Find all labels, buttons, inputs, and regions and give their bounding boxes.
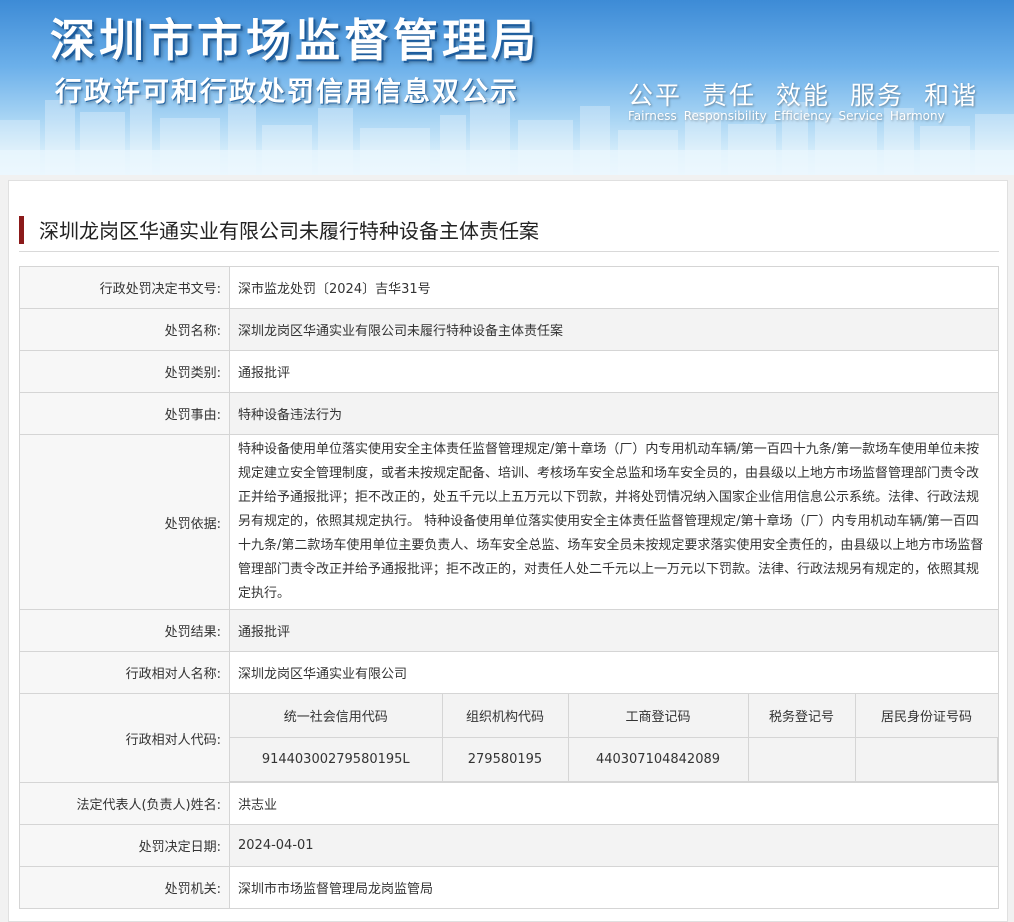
codes-value-row: 91440300279580195L 279580195 44030710484… bbox=[230, 737, 998, 782]
slogan-cn-item: 和谐 bbox=[924, 81, 979, 110]
row-party-codes: 行政相对人代码: 统一社会信用代码 组织机构代码 工商登记码 税务登记号 居民身… bbox=[19, 693, 999, 783]
header-banner: 深圳市市场监督管理局 行政许可和行政处罚信用信息双公示 公平 责任 效能 服务 和谐 F… bbox=[0, 0, 1014, 175]
row-penalty-type: 处罚类别: 通报批评 bbox=[19, 350, 999, 393]
row-legal-rep: 法定代表人(负责人)姓名: 洪志业 bbox=[19, 782, 999, 825]
row-authority: 处罚机关: 深圳市市场监督管理局龙岗监管局 bbox=[19, 866, 999, 909]
row-decision-date: 处罚决定日期: 2024-04-01 bbox=[19, 824, 999, 867]
codes-header-row: 统一社会信用代码 组织机构代码 工商登记码 税务登记号 居民身份证号码 bbox=[230, 694, 998, 738]
value-decision-no: 深市监龙处罚〔2024〕吉华31号 bbox=[229, 266, 999, 309]
label-party-codes: 行政相对人代码: bbox=[19, 693, 230, 783]
header-business-reg: 工商登记码 bbox=[567, 694, 748, 738]
value-decision-date: 2024-04-01 bbox=[229, 824, 999, 867]
slogan-english: Fairness Responsibility Efficiency Service H… bbox=[628, 109, 952, 123]
label-authority: 处罚机关: bbox=[19, 866, 230, 909]
row-decision-no: 行政处罚决定书文号: 深市监龙处罚〔2024〕吉华31号 bbox=[19, 266, 999, 309]
value-penalty-type: 通报批评 bbox=[229, 350, 999, 393]
slogan-en-item: Efficiency bbox=[773, 109, 832, 123]
slogan-en-item: Service bbox=[838, 109, 883, 123]
party-codes-cell: 统一社会信用代码 组织机构代码 工商登记码 税务登记号 居民身份证号码 9144… bbox=[229, 693, 999, 783]
label-penalty-name: 处罚名称: bbox=[19, 308, 230, 351]
slogan-cn-item: 服务 bbox=[850, 81, 905, 110]
value-penalty-result: 通报批评 bbox=[229, 609, 999, 652]
row-penalty-reason: 处罚事由: 特种设备违法行为 bbox=[19, 392, 999, 435]
header-credit-code: 统一社会信用代码 bbox=[230, 694, 442, 738]
case-title: 深圳龙岗区华通实业有限公司未履行特种设备主体责任案 bbox=[39, 219, 539, 243]
content-panel: 深圳龙岗区华通实业有限公司未履行特种设备主体责任案 行政处罚决定书文号: 深市监… bbox=[8, 180, 1008, 922]
slogan-cn-item: 公平 bbox=[628, 81, 683, 110]
value-tax-reg bbox=[747, 737, 856, 782]
value-legal-rep: 洪志业 bbox=[229, 782, 999, 825]
value-business-reg: 440307104842089 bbox=[567, 737, 749, 782]
value-authority: 深圳市市场监督管理局龙岗监管局 bbox=[229, 866, 999, 909]
value-penalty-basis: 特种设备使用单位落实使用安全主体责任监督管理规定/第十章场（厂）内专用机动车辆/… bbox=[229, 434, 999, 610]
value-credit-code: 91440300279580195L bbox=[230, 737, 443, 782]
value-org-code: 279580195 bbox=[441, 737, 569, 782]
party-codes-table: 统一社会信用代码 组织机构代码 工商登记码 税务登记号 居民身份证号码 9144… bbox=[230, 694, 998, 782]
row-party-name: 行政相对人名称: 深圳龙岗区华通实业有限公司 bbox=[19, 651, 999, 694]
value-id-number bbox=[854, 737, 998, 782]
row-penalty-result: 处罚结果: 通报批评 bbox=[19, 609, 999, 652]
slogan-en-item: Fairness bbox=[628, 109, 677, 123]
site-subtitle: 行政许可和行政处罚信用信息双公示 bbox=[55, 77, 519, 108]
label-penalty-type: 处罚类别: bbox=[19, 350, 230, 393]
label-decision-date: 处罚决定日期: bbox=[19, 824, 230, 867]
value-party-name: 深圳龙岗区华通实业有限公司 bbox=[229, 651, 999, 694]
label-penalty-reason: 处罚事由: bbox=[19, 392, 230, 435]
slogan-en-item: Responsibility bbox=[683, 109, 767, 123]
label-penalty-basis: 处罚依据: bbox=[19, 434, 230, 610]
label-legal-rep: 法定代表人(负责人)姓名: bbox=[19, 782, 230, 825]
header-id-number: 居民身份证号码 bbox=[854, 694, 998, 738]
slogan-cn-item: 责任 bbox=[702, 81, 757, 110]
header-org-code: 组织机构代码 bbox=[441, 694, 568, 738]
value-penalty-reason: 特种设备违法行为 bbox=[229, 392, 999, 435]
header-tax-reg: 税务登记号 bbox=[747, 694, 855, 738]
value-penalty-name: 深圳龙岗区华通实业有限公司未履行特种设备主体责任案 bbox=[229, 308, 999, 351]
slogan-cn-item: 效能 bbox=[776, 81, 831, 110]
bureau-title: 深圳市市场监督管理局 bbox=[50, 14, 541, 67]
penalty-info-table: 行政处罚决定书文号: 深市监龙处罚〔2024〕吉华31号 处罚名称: 深圳龙岗区… bbox=[19, 266, 999, 909]
heading-accent-bar bbox=[19, 216, 24, 244]
label-decision-no: 行政处罚决定书文号: bbox=[19, 266, 230, 309]
label-penalty-result: 处罚结果: bbox=[19, 609, 230, 652]
slogan-chinese: 公平 责任 效能 服务 和谐 bbox=[628, 76, 998, 112]
label-party-name: 行政相对人名称: bbox=[19, 651, 230, 694]
slogan-en-item: Harmony bbox=[889, 109, 945, 123]
case-heading: 深圳龙岗区华通实业有限公司未履行特种设备主体责任案 bbox=[19, 213, 999, 252]
row-penalty-name: 处罚名称: 深圳龙岗区华通实业有限公司未履行特种设备主体责任案 bbox=[19, 308, 999, 351]
row-penalty-basis: 处罚依据: 特种设备使用单位落实使用安全主体责任监督管理规定/第十章场（厂）内专… bbox=[19, 434, 999, 610]
